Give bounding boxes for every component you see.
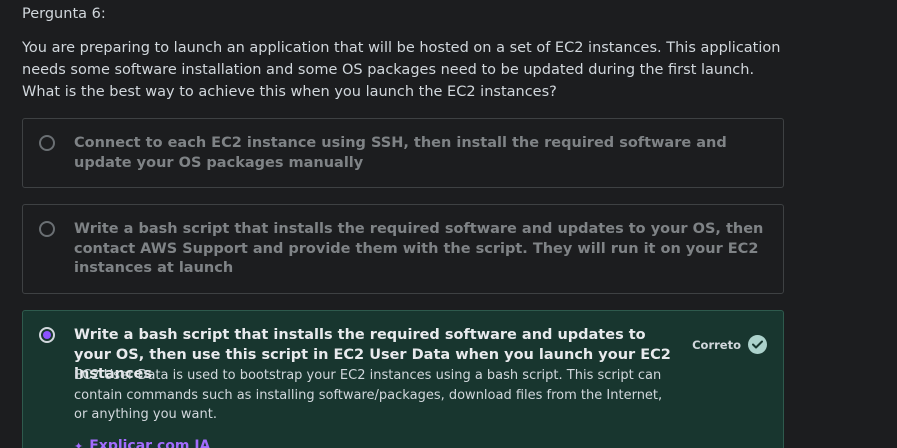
radio-button[interactable] xyxy=(39,135,55,151)
answer-option-1[interactable]: Connect to each EC2 instance using SSH, … xyxy=(22,118,784,188)
radio-button-selected[interactable] xyxy=(39,327,55,343)
radio-button[interactable] xyxy=(39,221,55,237)
answer-option-3-correct[interactable]: Write a bash script that installs the re… xyxy=(22,310,784,448)
sparkle-icon: ✦ xyxy=(74,439,84,448)
explain-with-ai-label: Explicar com IA xyxy=(89,438,211,448)
answer-option-label: Connect to each EC2 instance using SSH, … xyxy=(74,135,727,171)
correct-label: Correto xyxy=(692,337,741,352)
check-circle-icon xyxy=(748,335,767,354)
answer-option-2[interactable]: Write a bash script that installs the re… xyxy=(22,204,784,294)
correct-indicator: Correto xyxy=(692,335,767,354)
question-page: Pergunta 6: You are preparing to launch … xyxy=(0,0,897,448)
answer-explanation: EC2 User Data is used to bootstrap your … xyxy=(74,368,663,422)
explain-with-ai-link[interactable]: ✦ Explicar com IA xyxy=(74,438,210,448)
question-number: Pergunta 6: xyxy=(22,6,106,22)
question-text: You are preparing to launch an applicati… xyxy=(22,40,781,100)
answer-option-label: Write a bash script that installs the re… xyxy=(74,221,764,276)
